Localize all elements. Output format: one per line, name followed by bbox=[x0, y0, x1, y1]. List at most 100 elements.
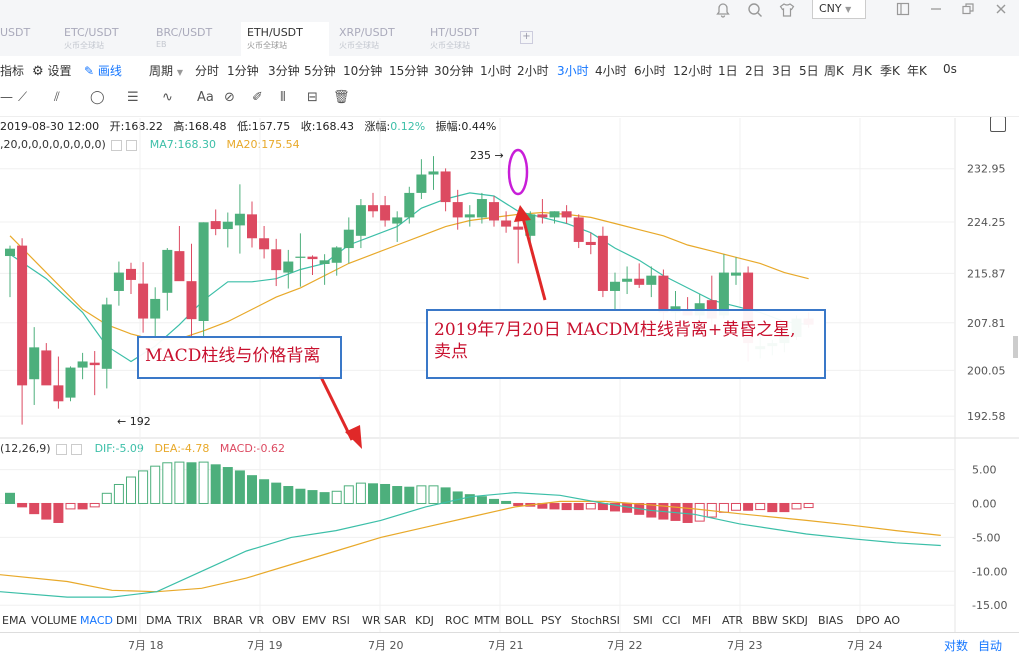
indicator-tab-dma[interactable]: DMA bbox=[146, 614, 172, 627]
high-marker: 235 → bbox=[470, 149, 504, 162]
macd-bar bbox=[549, 502, 560, 510]
price-tick-label: 232.95 bbox=[967, 163, 1006, 176]
candle-body bbox=[573, 217, 584, 242]
indicator-tab-wr[interactable]: WR bbox=[362, 614, 381, 627]
macd-bar bbox=[89, 502, 100, 508]
candle-body bbox=[428, 171, 439, 175]
macd-bar bbox=[29, 502, 40, 515]
candle-body bbox=[29, 347, 40, 380]
indicator-tab-dmi[interactable]: DMI bbox=[116, 614, 137, 627]
panel-resize-handle bbox=[1013, 336, 1018, 358]
indicator-tab-macd[interactable]: MACD bbox=[80, 614, 113, 627]
indicator-tab-vr[interactable]: VR bbox=[249, 614, 264, 627]
candle-body bbox=[138, 283, 149, 319]
candle-body bbox=[234, 213, 245, 226]
date-label: 7月 18 bbox=[128, 639, 164, 652]
indicator-tab-sar[interactable]: SAR bbox=[384, 614, 406, 627]
macd-bar bbox=[113, 483, 124, 504]
macd-bar bbox=[174, 461, 185, 504]
macd-bar bbox=[489, 498, 499, 504]
indicator-tab-kdj[interactable]: KDJ bbox=[415, 614, 434, 627]
macd-bar bbox=[126, 476, 136, 504]
indicator-tab-obv[interactable]: OBV bbox=[272, 614, 295, 627]
macd-bar bbox=[803, 502, 814, 509]
candle-body bbox=[271, 249, 282, 271]
macd-tick-label: -15.00 bbox=[972, 599, 1007, 612]
macd-bar bbox=[428, 485, 439, 504]
macd-bar bbox=[331, 490, 342, 504]
candle-body bbox=[380, 205, 391, 221]
candle-body bbox=[610, 281, 620, 291]
macd-bar bbox=[597, 502, 608, 511]
indicator-tab-brar[interactable]: BRAR bbox=[213, 614, 243, 627]
macd-bar bbox=[743, 502, 754, 511]
macd-bar bbox=[271, 482, 282, 504]
candle-body bbox=[501, 220, 512, 227]
candle-body bbox=[343, 229, 354, 249]
indicator-tab-emv[interactable]: EMV bbox=[302, 614, 326, 627]
indicator-tab-ao[interactable]: AO bbox=[884, 614, 900, 627]
candle-body bbox=[658, 275, 669, 313]
candle-body bbox=[452, 202, 463, 218]
candle-body bbox=[162, 249, 173, 293]
macd-bar bbox=[283, 486, 294, 504]
price-tick-label: 224.25 bbox=[967, 216, 1006, 229]
indicator-tab-bbw[interactable]: BBW bbox=[752, 614, 778, 627]
candle-body bbox=[77, 361, 88, 368]
macd-bar bbox=[198, 461, 209, 504]
indicator-tab-mfi[interactable]: MFI bbox=[692, 614, 711, 627]
macd-bar bbox=[404, 486, 415, 504]
macd-bar bbox=[561, 502, 572, 511]
candle-body bbox=[186, 281, 197, 320]
macd-bar bbox=[150, 465, 161, 504]
date-axis: 7月 18 7月 19 7月 20 7月 21 7月 22 7月 23 7月 2… bbox=[0, 632, 1019, 657]
indicator-tab-dpo[interactable]: DPO bbox=[856, 614, 880, 627]
macd-bar bbox=[5, 492, 15, 504]
annotation-left: MACD柱线与价格背离 bbox=[137, 336, 342, 379]
indicator-tab-rsi[interactable]: RSI bbox=[332, 614, 350, 627]
candle-body bbox=[585, 241, 596, 245]
annotation-right: 2019年7月20日 MACDM柱线背离+黄昏之星, 卖点 bbox=[426, 309, 826, 379]
candle-body bbox=[368, 205, 378, 212]
annotation-right-line2: 卖点 bbox=[434, 342, 468, 362]
indicator-tab-smi[interactable]: SMI bbox=[633, 614, 653, 627]
candle-body bbox=[283, 261, 294, 273]
candle-body bbox=[416, 174, 427, 193]
indicator-tab-mtm[interactable]: MTM bbox=[474, 614, 500, 627]
candle-body bbox=[513, 226, 524, 230]
log-scale-toggle[interactable]: 对数 bbox=[944, 637, 968, 654]
indicator-tab-skdj[interactable]: SKDJ bbox=[782, 614, 808, 627]
indicator-tab-cci[interactable]: CCI bbox=[662, 614, 681, 627]
macd-tick-label: -10.00 bbox=[972, 565, 1007, 578]
indicator-tab-atr[interactable]: ATR bbox=[722, 614, 743, 627]
indicator-tab-psy[interactable]: PSY bbox=[541, 614, 561, 627]
candle-body bbox=[476, 199, 487, 218]
macd-bar bbox=[17, 502, 28, 508]
auto-scale-toggle[interactable]: 自动 bbox=[978, 637, 1002, 654]
indicator-tab-boll[interactable]: BOLL bbox=[505, 614, 533, 627]
macd-bar bbox=[513, 502, 524, 507]
indicator-tab-volume[interactable]: VOLUME bbox=[31, 614, 77, 627]
macd-bar bbox=[380, 483, 391, 504]
macd-bar bbox=[585, 502, 596, 510]
macd-bar bbox=[77, 502, 88, 510]
date-label: 7月 21 bbox=[488, 639, 524, 652]
macd-bar bbox=[259, 479, 270, 504]
date-label: 7月 20 bbox=[368, 639, 404, 652]
macd-bar bbox=[355, 482, 366, 504]
candle-body bbox=[634, 278, 645, 285]
indicator-tab-ema[interactable]: EMA bbox=[2, 614, 26, 627]
indicator-tab-roc[interactable]: ROC bbox=[445, 614, 469, 627]
candle-body bbox=[319, 260, 330, 264]
macd-bar bbox=[162, 462, 173, 504]
indicator-tab-trix[interactable]: TRIX bbox=[177, 614, 202, 627]
macd-bar bbox=[234, 470, 245, 504]
indicator-tab-stochrsi[interactable]: StochRSI bbox=[571, 614, 620, 627]
indicator-tab-bias[interactable]: BIAS bbox=[818, 614, 843, 627]
candle-body bbox=[41, 350, 52, 386]
candle-body bbox=[440, 171, 451, 203]
candle-body bbox=[331, 247, 342, 263]
macd-bar bbox=[452, 491, 463, 504]
candle-body bbox=[259, 238, 270, 250]
macd-bar bbox=[210, 464, 221, 504]
